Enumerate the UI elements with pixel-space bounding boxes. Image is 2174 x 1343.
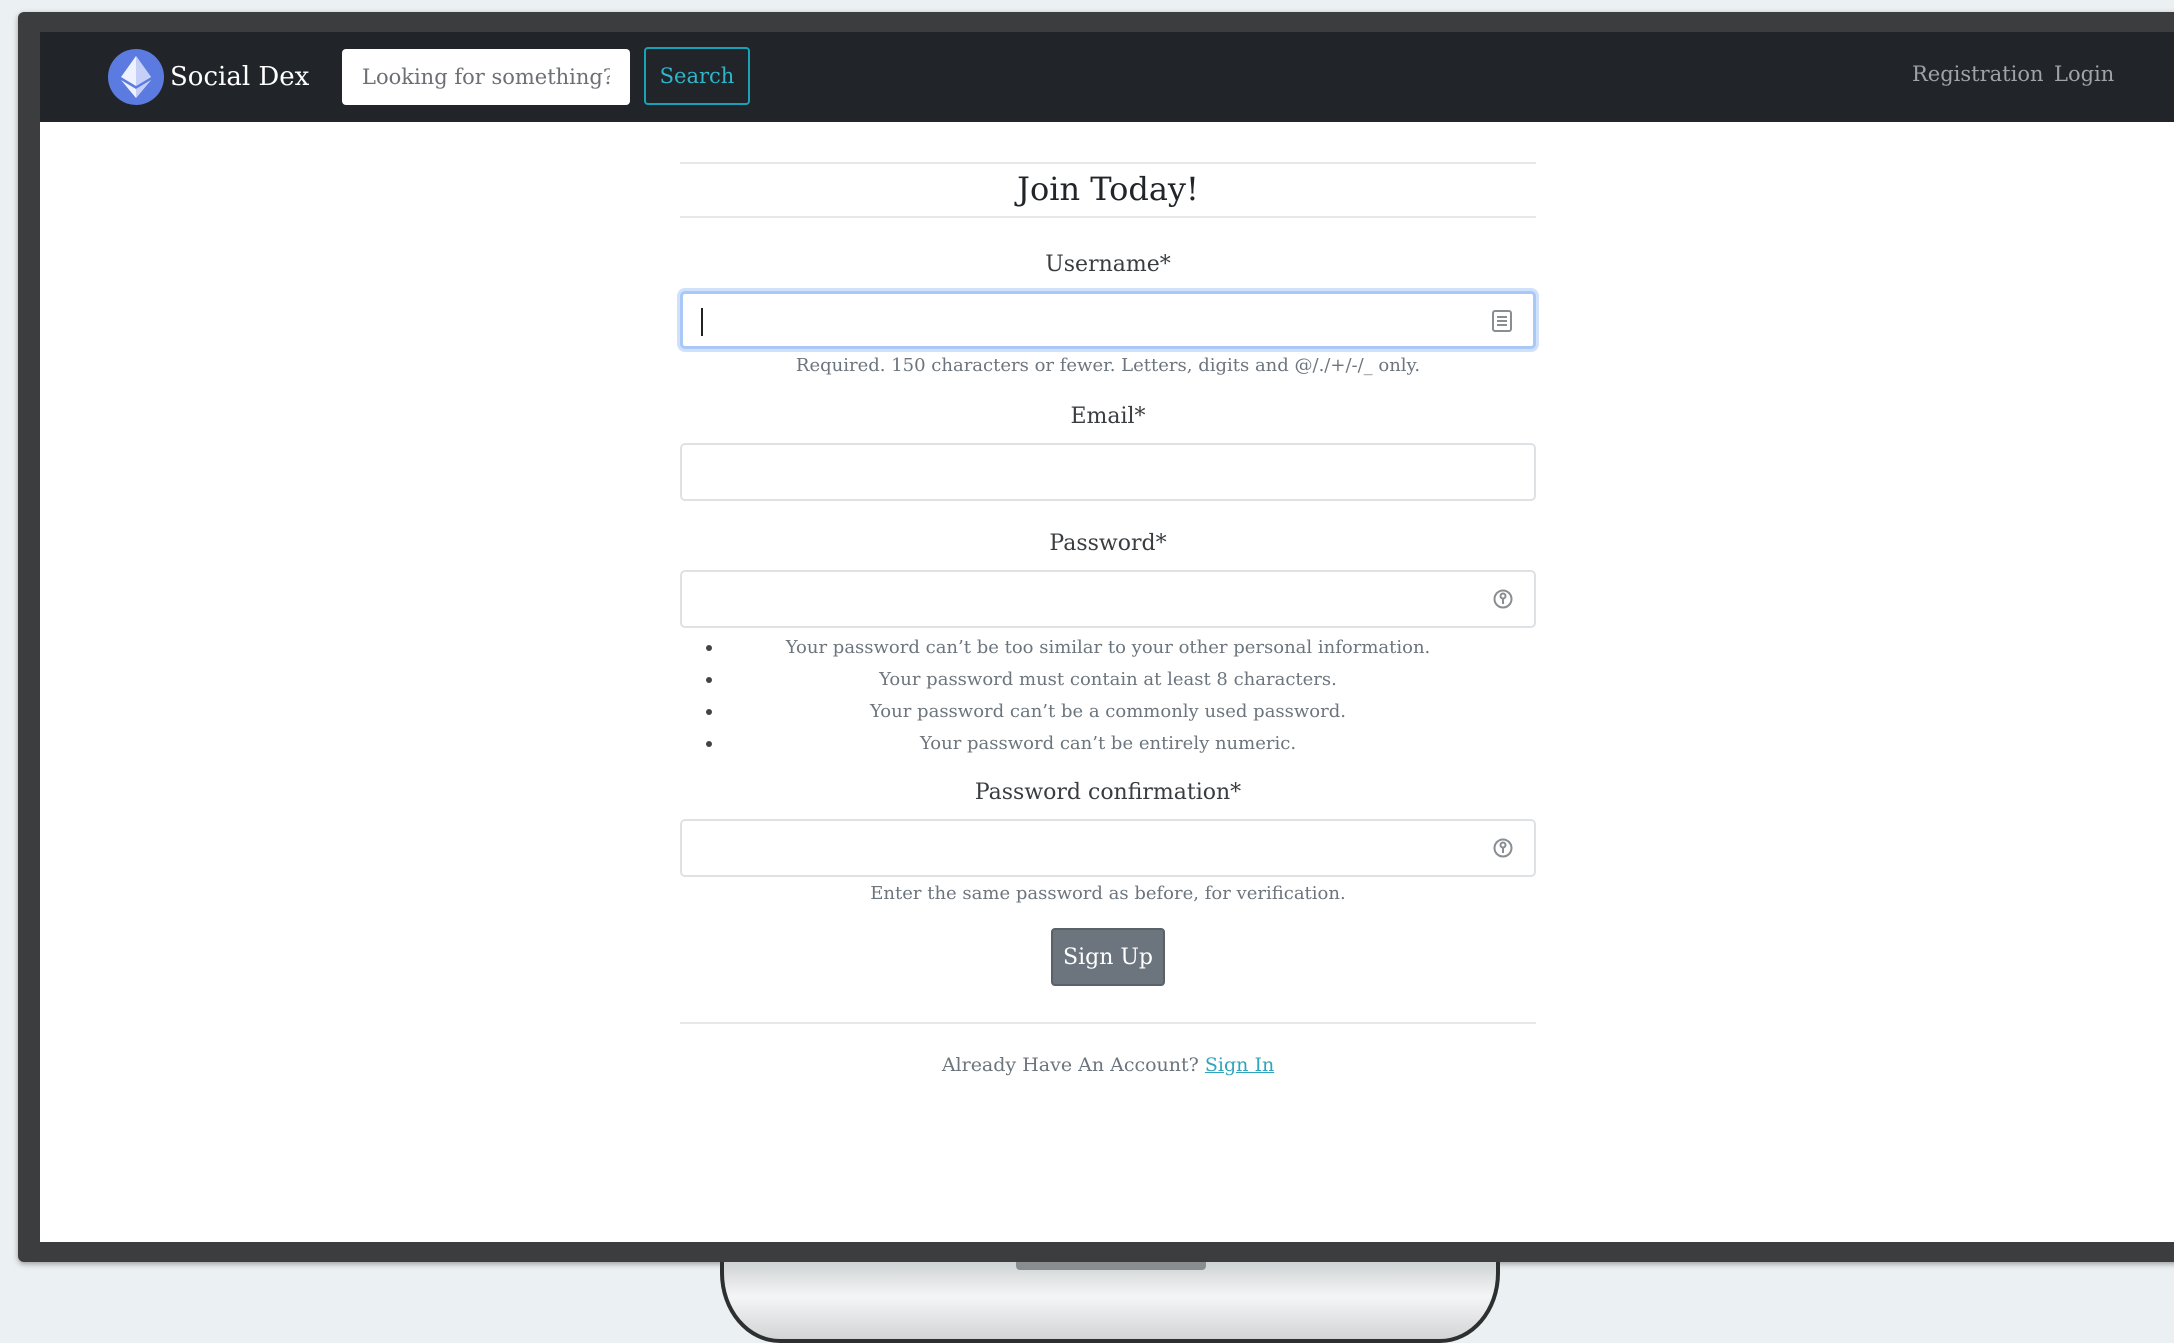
footer-divider — [680, 1022, 1536, 1024]
password-confirmation-label: Password confirmation* — [974, 780, 1242, 805]
search-input[interactable] — [342, 49, 630, 105]
username-input[interactable] — [683, 294, 1533, 346]
ethereum-logo-icon — [108, 49, 164, 105]
autofill-card-icon[interactable] — [1491, 310, 1513, 332]
title-bottom-divider — [680, 216, 1536, 218]
username-help-text: Required. 150 characters or fewer. Lette… — [795, 355, 1421, 376]
monitor-stand-notch — [1016, 1262, 1206, 1270]
password-rule: Your password must contain at least 8 ch… — [680, 664, 1536, 696]
sign-up-button[interactable]: Sign Up — [1051, 928, 1165, 986]
browser-viewport: Social Dex Search Registration Login Joi… — [40, 32, 2174, 1242]
password-rule: Your password can’t be entirely numeric. — [680, 728, 1536, 760]
password-confirmation-input[interactable] — [682, 821, 1534, 875]
text-caret — [701, 308, 703, 336]
password-rule: Your password can’t be a commonly used p… — [680, 696, 1536, 728]
nav-link-login[interactable]: Login — [2054, 62, 2114, 86]
sign-in-prompt-text: Already Have An Account? — [941, 1054, 1199, 1076]
password-field[interactable] — [680, 570, 1536, 628]
password-rule: Your password can’t be too similar to yo… — [680, 632, 1536, 664]
navbar: Social Dex Search Registration Login — [40, 32, 2174, 122]
key-icon[interactable] — [1492, 837, 1514, 859]
password-confirmation-field[interactable] — [680, 819, 1536, 877]
email-field[interactable] — [680, 443, 1536, 501]
nav-link-registration[interactable]: Registration — [1912, 62, 2044, 86]
form-title: Join Today! — [1017, 170, 1199, 208]
username-label: Username* — [1045, 252, 1171, 277]
username-field[interactable] — [680, 291, 1536, 349]
monitor-stand — [720, 1262, 1500, 1343]
password-input[interactable] — [682, 572, 1534, 626]
search-button[interactable]: Search — [644, 47, 750, 105]
password-confirmation-help-text: Enter the same password as before, for v… — [870, 883, 1346, 904]
sign-in-link[interactable]: Sign In — [1205, 1054, 1274, 1076]
email-input[interactable] — [682, 445, 1534, 499]
title-top-divider — [680, 162, 1536, 164]
password-rules-list: Your password can’t be too similar to yo… — [680, 632, 1536, 760]
registration-form: Join Today! Username* Required. 150 char… — [680, 162, 1536, 1076]
brand-name: Social Dex — [170, 62, 310, 92]
monitor-frame: Social Dex Search Registration Login Joi… — [18, 12, 2174, 1262]
email-label: Email* — [1070, 404, 1146, 429]
sign-in-prompt: Already Have An Account? Sign In — [680, 1054, 1536, 1076]
key-icon[interactable] — [1492, 588, 1514, 610]
password-label: Password* — [1049, 531, 1167, 556]
brand[interactable]: Social Dex — [108, 49, 309, 105]
